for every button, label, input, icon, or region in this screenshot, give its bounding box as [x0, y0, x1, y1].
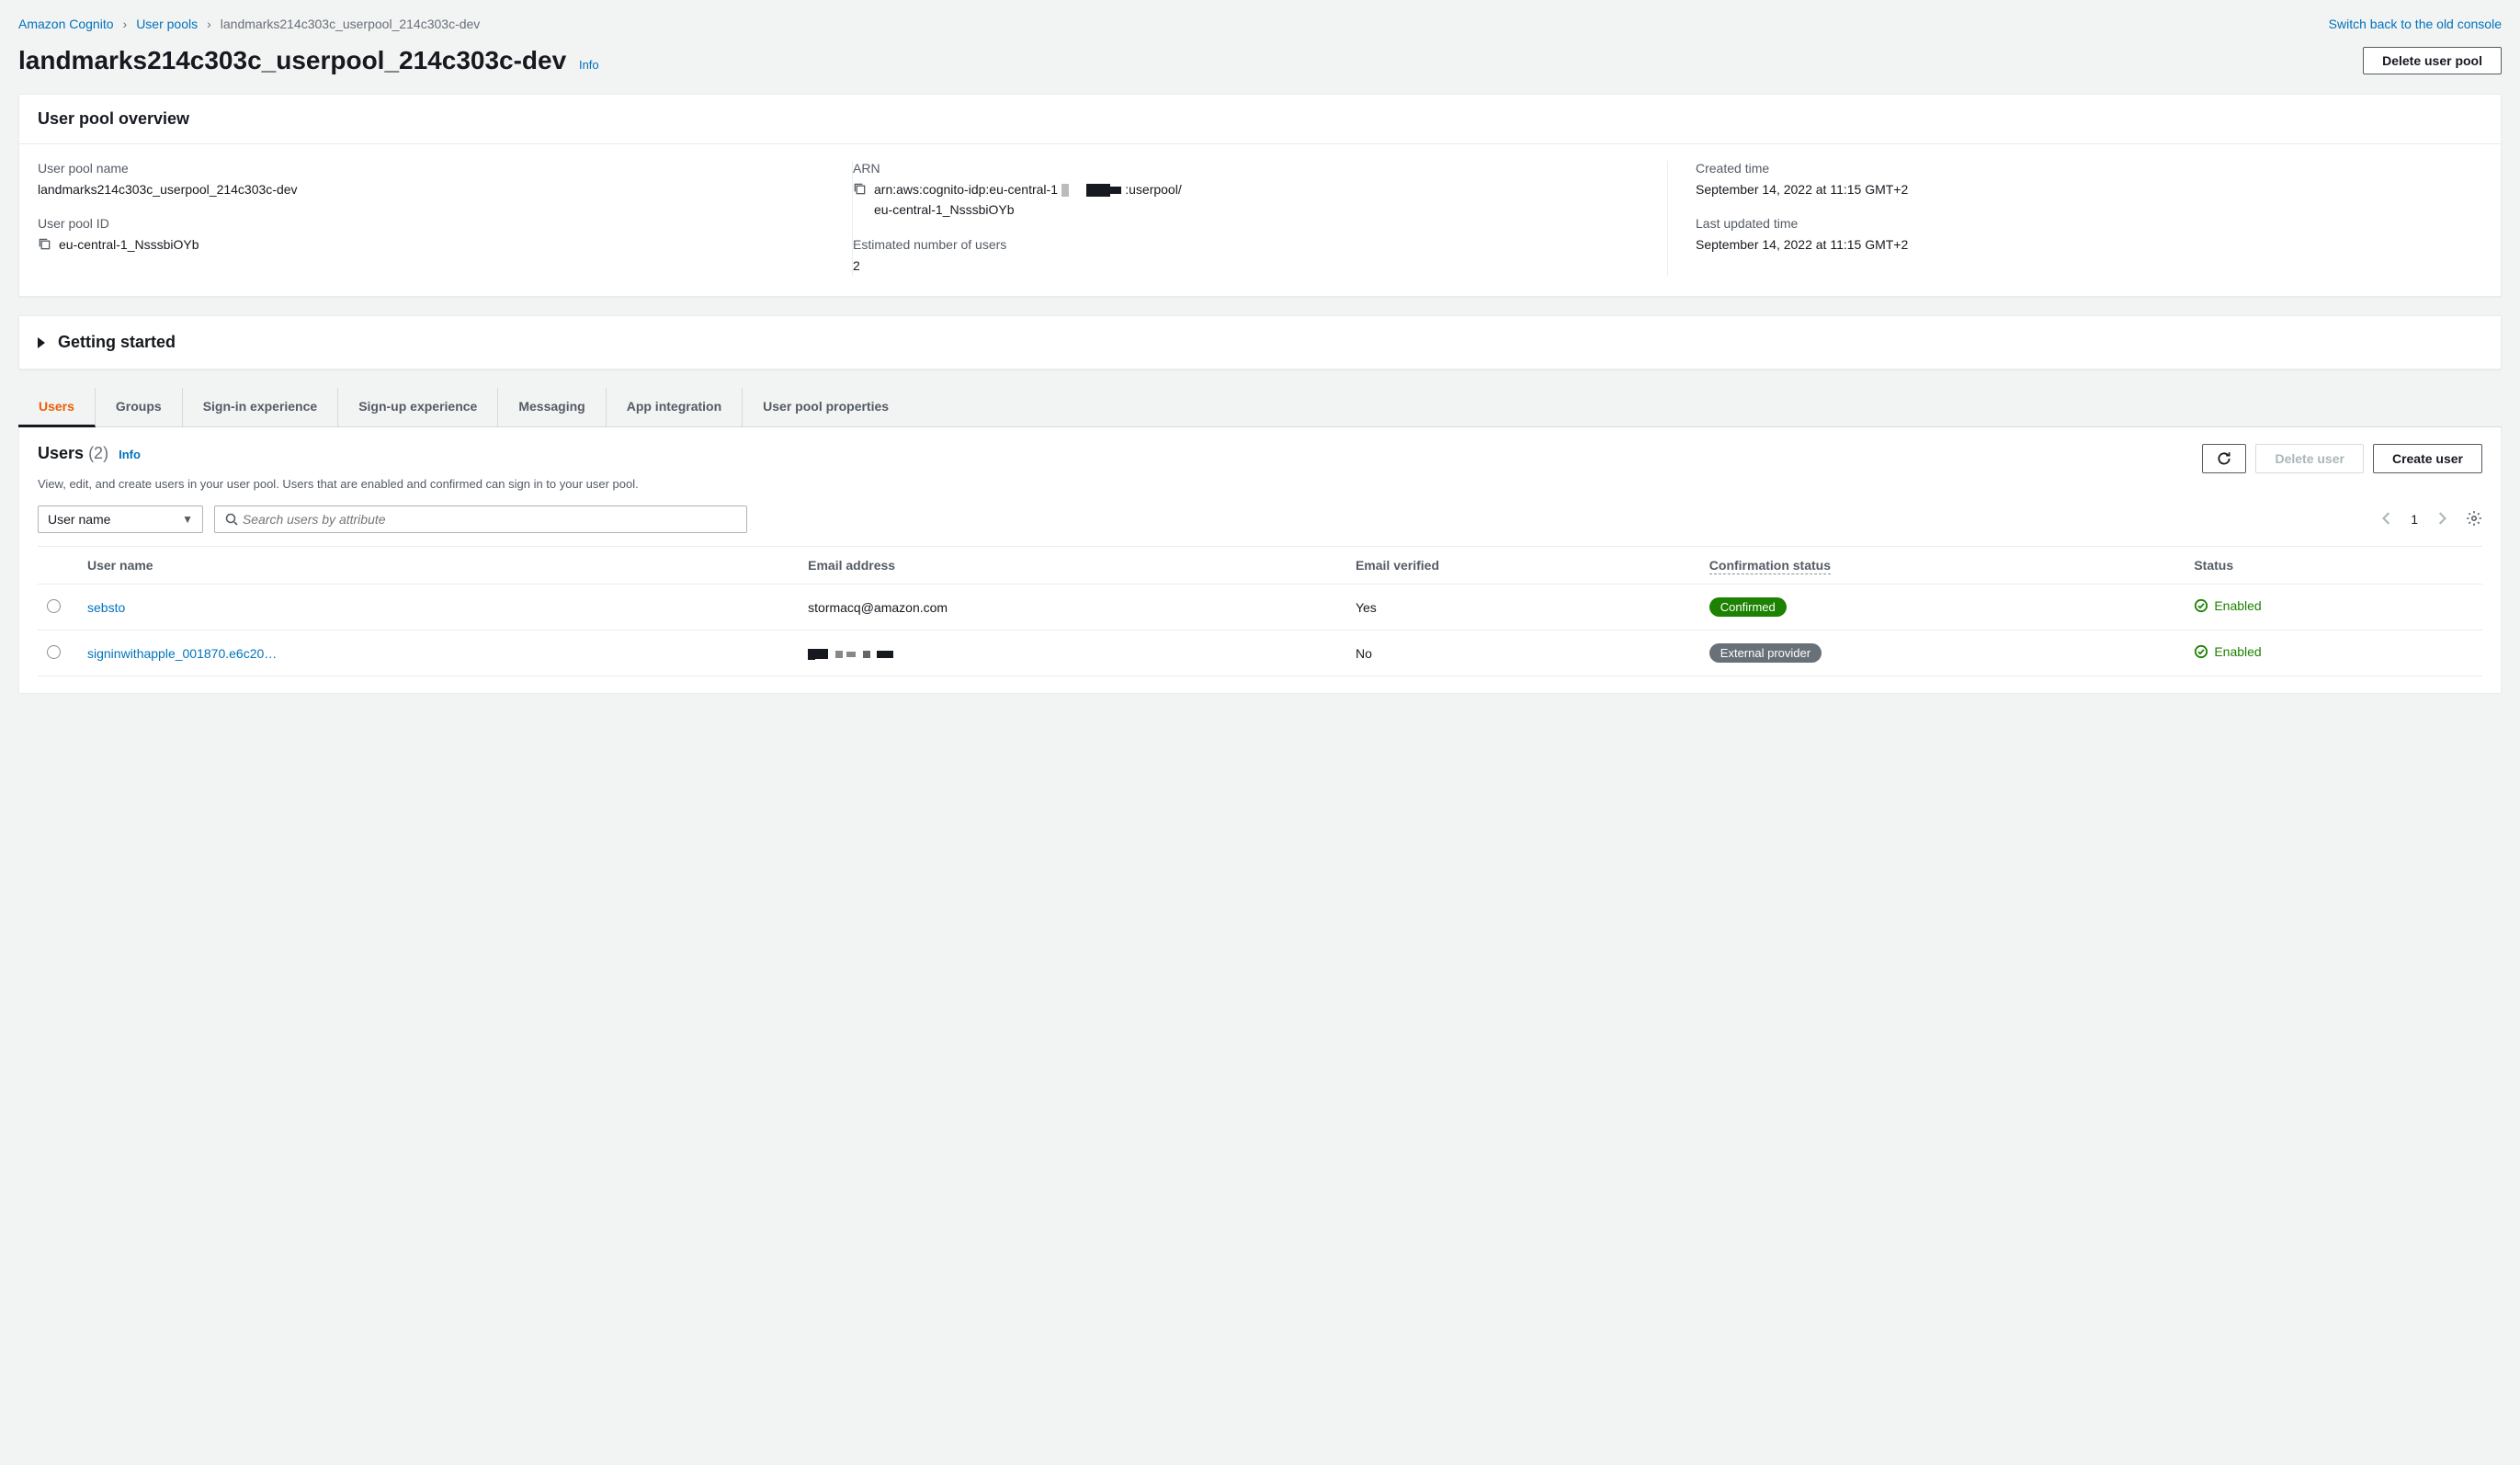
est-users-label: Estimated number of users	[853, 237, 1640, 252]
users-heading: Users	[38, 444, 84, 462]
arn-value: arn:aws:cognito-idp:eu-central-1 :userpo…	[874, 179, 1182, 221]
breadcrumb-userpools[interactable]: User pools	[136, 17, 198, 31]
check-circle-icon	[2194, 598, 2208, 613]
current-page: 1	[2411, 512, 2418, 527]
getting-started-panel[interactable]: Getting started	[18, 315, 2502, 369]
overview-panel: User pool overview User pool name landma…	[18, 94, 2502, 297]
col-username[interactable]: User name	[78, 547, 799, 585]
tab-groups[interactable]: Groups	[96, 388, 183, 426]
page-title: landmarks214c303c_userpool_214c303c-dev …	[18, 46, 599, 75]
copy-icon[interactable]	[853, 182, 867, 196]
delete-user-pool-button[interactable]: Delete user pool	[2363, 47, 2502, 74]
tab-users[interactable]: Users	[18, 388, 96, 427]
col-status[interactable]: Status	[2185, 547, 2482, 585]
filter-attribute-select[interactable]: User name ▼	[38, 505, 203, 533]
users-info-link[interactable]: Info	[119, 448, 141, 461]
chevron-right-icon: ›	[207, 17, 211, 31]
caret-right-icon	[38, 337, 45, 348]
getting-started-header: Getting started	[58, 333, 176, 352]
users-panel: Users (2) Info Delete user Create user V…	[18, 427, 2502, 694]
est-users-value: 2	[853, 256, 1640, 276]
status-badge: Enabled	[2194, 598, 2261, 613]
updated-value: September 14, 2022 at 11:15 GMT+2	[1696, 234, 2482, 255]
chevron-right-icon	[2436, 512, 2447, 525]
next-page-button	[2431, 508, 2453, 531]
verified-cell: Yes	[1346, 585, 1700, 630]
check-circle-icon	[2194, 644, 2208, 659]
overview-header: User pool overview	[38, 109, 2482, 129]
row-select-radio[interactable]	[47, 645, 61, 659]
tab-messaging[interactable]: Messaging	[498, 388, 606, 426]
users-description: View, edit, and create users in your use…	[38, 477, 2482, 491]
table-row: sebsto stormacq@amazon.com Yes Confirmed…	[38, 585, 2482, 630]
delete-user-button: Delete user	[2255, 444, 2363, 473]
pool-name-label: User pool name	[38, 161, 824, 176]
col-email[interactable]: Email address	[799, 547, 1346, 585]
arn-label: ARN	[853, 161, 1640, 176]
pool-name-value: landmarks214c303c_userpool_214c303c-dev	[38, 179, 824, 199]
tab-signin-experience[interactable]: Sign-in experience	[183, 388, 338, 426]
chevron-left-icon	[2381, 512, 2392, 525]
created-value: September 14, 2022 at 11:15 GMT+2	[1696, 179, 2482, 199]
search-users-wrap[interactable]	[214, 505, 747, 533]
table-settings-button[interactable]	[2466, 510, 2482, 529]
search-users-input[interactable]	[243, 512, 737, 527]
col-email-verified[interactable]: Email verified	[1346, 547, 1700, 585]
tab-bar: Users Groups Sign-in experience Sign-up …	[18, 388, 2502, 427]
email-cell: stormacq@amazon.com	[799, 585, 1346, 630]
confirmation-badge: External provider	[1709, 643, 1822, 663]
copy-icon[interactable]	[38, 237, 51, 251]
refresh-icon	[2216, 450, 2232, 467]
table-row: signinwithapple_001870.e6c20… No Externa…	[38, 630, 2482, 676]
row-select-radio[interactable]	[47, 599, 61, 613]
switch-console-link[interactable]: Switch back to the old console	[2329, 17, 2502, 31]
breadcrumb-current: landmarks214c303c_userpool_214c303c-dev	[221, 17, 481, 31]
pool-id-value: eu-central-1_NsssbiOYb	[59, 234, 199, 255]
updated-label: Last updated time	[1696, 216, 2482, 231]
chevron-right-icon: ›	[123, 17, 128, 31]
refresh-button[interactable]	[2202, 444, 2246, 473]
tab-user-pool-properties[interactable]: User pool properties	[743, 388, 909, 426]
caret-down-icon: ▼	[182, 513, 193, 526]
search-icon	[224, 512, 239, 527]
gear-icon	[2466, 510, 2482, 527]
tab-signup-experience[interactable]: Sign-up experience	[338, 388, 498, 426]
col-confirmation-status[interactable]: Confirmation status	[1700, 547, 2185, 585]
breadcrumb-root[interactable]: Amazon Cognito	[18, 17, 114, 31]
prev-page-button	[2376, 508, 2398, 531]
verified-cell: No	[1346, 630, 1700, 676]
pool-id-label: User pool ID	[38, 216, 824, 231]
email-cell	[799, 630, 1346, 676]
created-label: Created time	[1696, 161, 2482, 176]
breadcrumb: Amazon Cognito › User pools › landmarks2…	[18, 17, 480, 31]
status-badge: Enabled	[2194, 644, 2261, 659]
users-table: User name Email address Email verified C…	[38, 546, 2482, 676]
confirmation-badge: Confirmed	[1709, 597, 1787, 617]
title-info-link[interactable]: Info	[579, 58, 599, 72]
pagination: 1	[2376, 508, 2482, 531]
create-user-button[interactable]: Create user	[2373, 444, 2482, 473]
username-link[interactable]: signinwithapple_001870.e6c20…	[87, 646, 277, 661]
username-link[interactable]: sebsto	[87, 600, 125, 615]
users-count: (2)	[88, 444, 108, 462]
tab-app-integration[interactable]: App integration	[607, 388, 743, 426]
